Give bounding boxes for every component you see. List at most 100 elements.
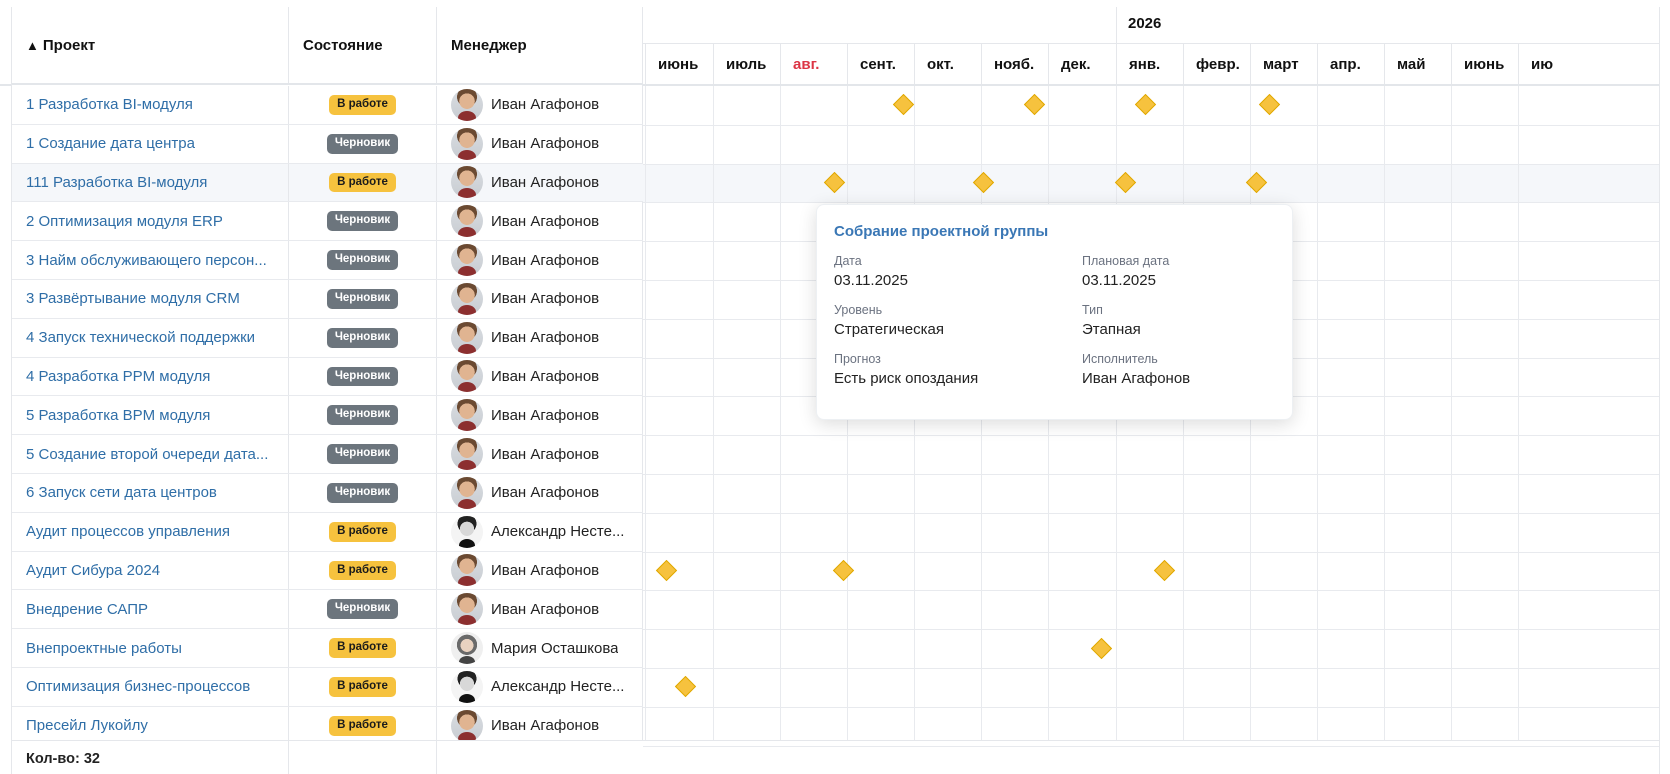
project-name[interactable]: 6 Запуск сети дата центров bbox=[26, 484, 217, 501]
grid-column-line bbox=[780, 86, 781, 740]
table-row[interactable]: 1 Создание дата центра Черновик Иван Агафо… bbox=[12, 124, 643, 164]
status-badge: Черновик bbox=[326, 405, 399, 426]
project-link[interactable]: Оптимизация бизнес-процессов bbox=[12, 667, 289, 706]
project-name[interactable]: 1 Создание дата центра bbox=[26, 135, 195, 152]
table-row[interactable]: 5 Создание второй очереди дата... Чернови… bbox=[12, 435, 643, 474]
project-link[interactable]: 1 Разработка BI-модуля bbox=[12, 86, 289, 124]
project-name[interactable]: 4 Разработка PPM модуля bbox=[26, 368, 210, 385]
manager-name: Иван Агафонов bbox=[491, 290, 600, 308]
milestone-tooltip: Собрание проектной группы Дата 03.11.2025… bbox=[816, 204, 1293, 420]
project-link[interactable]: Аудит Сибура 2024 bbox=[12, 551, 289, 590]
project-name[interactable]: 3 Развёртывание модуля CRM bbox=[26, 290, 240, 307]
project-name[interactable]: 5 Создание второй очереди дата... bbox=[26, 446, 268, 463]
sort-ascending-icon: ▲ bbox=[26, 37, 39, 53]
table-row[interactable]: Внедрение САПР Черновик Иван Агафонов bbox=[12, 590, 643, 630]
grid-row-line bbox=[643, 474, 1660, 475]
project-name[interactable]: 4 Запуск технической поддержки bbox=[26, 329, 255, 346]
project-link[interactable]: 5 Разработка BPM модуля bbox=[12, 396, 289, 435]
manager-name: Иван Агафонов bbox=[491, 96, 600, 114]
column-header-project[interactable]: ▲ Проект bbox=[12, 7, 289, 83]
project-name[interactable]: Внепроектные работы bbox=[26, 640, 182, 657]
milestone-diamond-icon[interactable] bbox=[1091, 637, 1113, 659]
manager-cell: Иван Агафонов bbox=[437, 241, 643, 279]
status-badge: В работе bbox=[329, 560, 396, 581]
manager-cell: Иван Агафонов bbox=[437, 552, 643, 590]
project-link[interactable]: 4 Запуск технической поддержки bbox=[12, 318, 289, 357]
column-header-manager[interactable]: Менеджер bbox=[437, 7, 643, 83]
column-header-state[interactable]: Состояние bbox=[289, 7, 437, 83]
manager-name: Иван Агафонов bbox=[491, 484, 600, 502]
project-name[interactable]: Пресейл Лукойлу bbox=[26, 717, 148, 734]
milestone-diamond-icon[interactable] bbox=[1023, 94, 1045, 116]
grid-column-line bbox=[1451, 86, 1452, 740]
milestone-diamond-icon[interactable] bbox=[1153, 559, 1176, 582]
project-link[interactable]: 1 Создание дата центра bbox=[12, 124, 289, 163]
manager-name: Иван Агафонов bbox=[491, 445, 600, 463]
tooltip-field: Уровень Стратегическая bbox=[834, 303, 1082, 338]
column-header-manager-label: Менеджер bbox=[451, 36, 527, 54]
project-link[interactable]: Пресейл Лукойлу bbox=[12, 706, 289, 745]
tooltip-field-value: Стратегическая bbox=[834, 321, 944, 338]
project-name[interactable]: Внедрение САПР bbox=[26, 601, 148, 618]
project-link[interactable]: 3 Развёртывание модуля CRM bbox=[12, 279, 289, 318]
table-row[interactable]: Аудит Сибура 2024 В работе Иван Агафонов bbox=[12, 551, 643, 591]
table-row[interactable]: 3 Развёртывание модуля CRM Черновик Иван А… bbox=[12, 279, 643, 319]
project-link[interactable]: 2 Оптимизация модуля ERP bbox=[12, 202, 289, 241]
table-row[interactable]: Оптимизация бизнес-процессов В работе Алек… bbox=[12, 667, 643, 707]
project-link[interactable]: 4 Разработка PPM модуля bbox=[12, 357, 289, 396]
avatar bbox=[451, 282, 483, 315]
table-row[interactable]: Аудит процессов управления В работе Алекса… bbox=[12, 512, 643, 552]
table-row[interactable]: 4 Запуск технической поддержки Черновик Ив… bbox=[12, 318, 643, 358]
milestone-diamond-icon[interactable] bbox=[892, 94, 915, 116]
state-cell: Черновик bbox=[289, 473, 437, 512]
grid-row-line bbox=[643, 590, 1660, 592]
project-name[interactable]: 5 Разработка BPM модуля bbox=[26, 407, 210, 424]
grid-row-line bbox=[643, 551, 1660, 553]
project-name[interactable]: 111 Разработка BI-модуля bbox=[26, 174, 207, 191]
project-link[interactable]: Внепроектные работы bbox=[12, 629, 289, 667]
manager-name: Александр Несте... bbox=[491, 523, 625, 541]
project-link[interactable]: 6 Запуск сети дата центров bbox=[12, 473, 289, 512]
table-row[interactable]: Внепроектные работы В работе Мария Осташко… bbox=[12, 629, 643, 668]
table-row[interactable]: 2 Оптимизация модуля ERP Черновик Иван Ага… bbox=[12, 202, 643, 242]
milestone-diamond-icon[interactable] bbox=[656, 559, 678, 582]
avatar bbox=[451, 321, 483, 354]
month-header: апр. bbox=[1317, 44, 1384, 84]
project-link[interactable]: 5 Создание второй очереди дата... bbox=[12, 435, 289, 473]
tooltip-field-label: Дата bbox=[834, 254, 862, 268]
project-name[interactable]: Аудит процессов управления bbox=[26, 523, 230, 540]
status-badge: В работе bbox=[329, 676, 396, 697]
state-cell: Черновик bbox=[289, 590, 437, 629]
project-link[interactable]: 111 Разработка BI-модуля bbox=[12, 163, 289, 202]
manager-name: Иван Агафонов bbox=[491, 135, 600, 153]
manager-cell: Иван Агафонов bbox=[437, 125, 643, 163]
month-header: март bbox=[1250, 44, 1317, 84]
table-body: 1 Разработка BI-модуля В работе Иван Агафо… bbox=[12, 86, 643, 746]
table-row[interactable]: 6 Запуск сети дата центров Черновик Иван А… bbox=[12, 473, 643, 513]
month-header: окт. bbox=[914, 44, 981, 84]
manager-cell: Иван Агафонов bbox=[437, 164, 643, 202]
milestone-diamond-icon[interactable] bbox=[832, 559, 854, 582]
milestone-diamond-icon[interactable] bbox=[1135, 94, 1157, 116]
project-name[interactable]: Аудит Сибура 2024 bbox=[26, 562, 160, 579]
grid-column-line bbox=[1384, 86, 1385, 740]
manager-name: Иван Агафонов bbox=[491, 600, 600, 618]
status-badge: Черновик bbox=[326, 599, 399, 620]
milestone-diamond-icon[interactable] bbox=[1258, 94, 1281, 116]
project-link[interactable]: Аудит процессов управления bbox=[12, 512, 289, 551]
project-name[interactable]: 2 Оптимизация модуля ERP bbox=[26, 213, 223, 230]
project-name[interactable]: 1 Разработка BI-модуля bbox=[26, 96, 193, 113]
table-row[interactable]: 3 Найм обслуживающего персон... Черновик И… bbox=[12, 241, 643, 280]
project-name[interactable]: 3 Найм обслуживающего персон... bbox=[26, 252, 267, 269]
project-name[interactable]: Оптимизация бизнес-процессов bbox=[26, 678, 250, 695]
milestone-diamond-icon[interactable] bbox=[674, 676, 696, 698]
grid-row-line bbox=[643, 668, 1660, 669]
status-badge: В работе bbox=[329, 638, 396, 658]
manager-name: Иван Агафонов bbox=[491, 367, 600, 385]
table-row[interactable]: 5 Разработка BPM модуля Черновик Иван Агаф… bbox=[12, 396, 643, 436]
project-link[interactable]: Внедрение САПР bbox=[12, 590, 289, 629]
table-row[interactable]: 1 Разработка BI-модуля В работе Иван Агафо… bbox=[12, 86, 643, 125]
table-row[interactable]: 4 Разработка PPM модуля Черновик Иван Агаф… bbox=[12, 357, 643, 397]
project-link[interactable]: 3 Найм обслуживающего персон... bbox=[12, 241, 289, 279]
table-row[interactable]: 111 Разработка BI-модуля В работе Иван Ага… bbox=[12, 163, 643, 203]
